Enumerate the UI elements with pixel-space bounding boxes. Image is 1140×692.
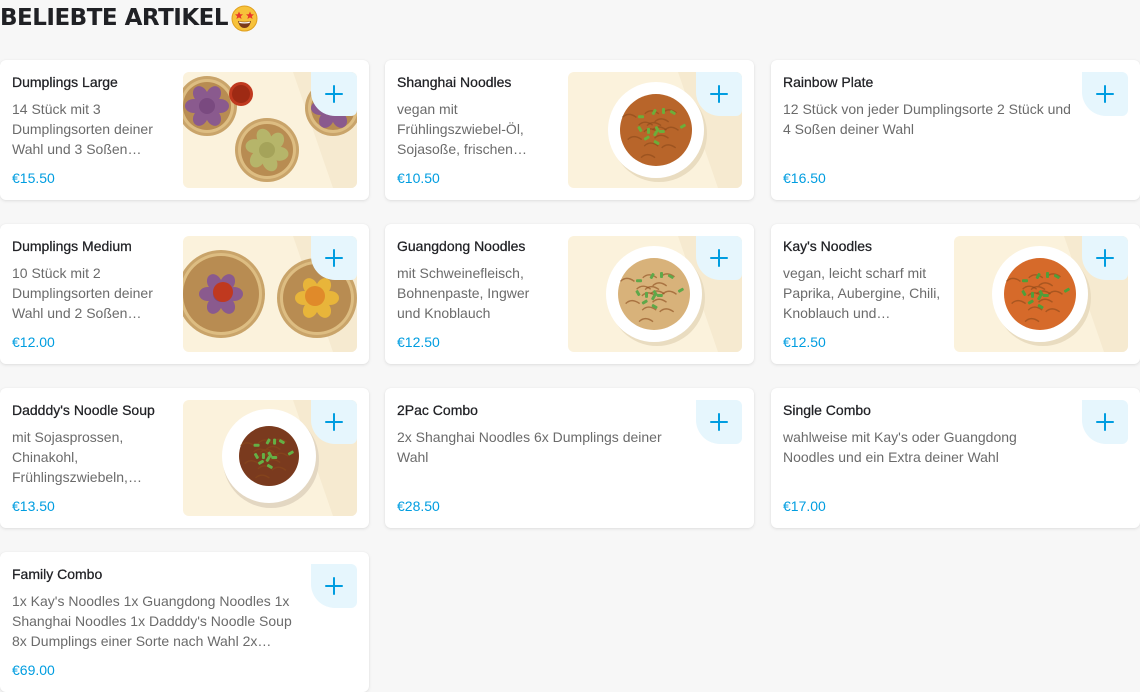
add-to-cart-button[interactable] — [311, 236, 357, 280]
plus-icon — [1096, 413, 1114, 431]
product-description: wahlweise mit Kay's oder Guangdong Noodl… — [783, 429, 1017, 465]
product-card[interactable]: Guangdong Noodles mit Schweinefleisch, B… — [385, 224, 754, 364]
product-name: Kay's Noodles — [783, 238, 873, 254]
product-name: 2Pac Combo — [397, 402, 478, 418]
add-to-cart-button[interactable] — [1082, 72, 1128, 116]
product-price: €69.00 — [12, 662, 55, 678]
product-description: 2x Shanghai Noodles 6x Dumplings deiner … — [397, 429, 662, 465]
add-to-cart-button[interactable] — [311, 72, 357, 116]
product-card[interactable]: Rainbow Plate 12 Stück von jeder Dumplin… — [771, 60, 1140, 200]
plus-icon — [1096, 249, 1114, 267]
product-name: Dumplings Medium — [12, 238, 132, 254]
product-price: €12.00 — [12, 334, 55, 350]
add-to-cart-button[interactable] — [696, 400, 742, 444]
product-price: €16.50 — [783, 170, 826, 186]
section-title: BELIEBTE ARTIKEL — [0, 2, 258, 34]
product-description: 10 Stück mit 2 Dumplingsorten deiner Wah… — [12, 265, 153, 321]
product-name: Dadddy's Noodle Soup — [12, 402, 155, 418]
product-card[interactable]: Dadddy's Noodle Soup mit Sojasprossen, C… — [0, 388, 369, 528]
add-to-cart-button[interactable] — [696, 72, 742, 116]
plus-icon — [325, 577, 343, 595]
product-price: €28.50 — [397, 498, 440, 514]
product-price: €17.00 — [783, 498, 826, 514]
plus-icon — [710, 85, 728, 103]
product-description: 14 Stück mit 3 Dumplingsorten deiner Wah… — [12, 101, 153, 157]
plus-icon — [325, 85, 343, 103]
add-to-cart-button[interactable] — [311, 400, 357, 444]
product-price: €13.50 — [12, 498, 55, 514]
product-name: Rainbow Plate — [783, 74, 874, 90]
product-price: €15.50 — [12, 170, 55, 186]
product-price: €12.50 — [783, 334, 826, 350]
product-price: €12.50 — [397, 334, 440, 350]
plus-icon — [325, 249, 343, 267]
plus-icon — [710, 249, 728, 267]
product-description: vegan, leicht scharf mit Paprika, Auberg… — [783, 265, 941, 321]
product-card[interactable]: Dumplings Medium 10 Stück mit 2 Dumpling… — [0, 224, 369, 364]
product-name: Guangdong Noodles — [397, 238, 526, 254]
product-card[interactable]: Kay's Noodles vegan, leicht scharf mit P… — [771, 224, 1140, 364]
add-to-cart-button[interactable] — [1082, 236, 1128, 280]
product-description: mit Schweinefleisch, Bohnenpaste, Ingwer… — [397, 265, 530, 321]
star-struck-emoji-icon — [231, 5, 258, 32]
product-price: €10.50 — [397, 170, 440, 186]
product-card[interactable]: 2Pac Combo 2x Shanghai Noodles 6x Dumpli… — [385, 388, 754, 528]
plus-icon — [1096, 85, 1114, 103]
product-card[interactable]: Dumplings Large 14 Stück mit 3 Dumplings… — [0, 60, 369, 200]
add-to-cart-button[interactable] — [1082, 400, 1128, 444]
product-name: Shanghai Noodles — [397, 74, 512, 90]
product-description: 12 Stück von jeder Dumplingsorte 2 Stück… — [783, 101, 1071, 137]
add-to-cart-button[interactable] — [696, 236, 742, 280]
section-title-text: BELIEBTE ARTIKEL — [0, 5, 229, 31]
product-description: mit Sojasprossen, Chinakohl, Frühlingszw… — [12, 429, 142, 485]
product-card[interactable]: Family Combo 1x Kay's Noodles 1x Guangdo… — [0, 552, 369, 692]
product-name: Family Combo — [12, 566, 103, 582]
product-name: Single Combo — [783, 402, 871, 418]
add-to-cart-button[interactable] — [311, 564, 357, 608]
plus-icon — [325, 413, 343, 431]
product-card[interactable]: Single Combo wahlweise mit Kay's oder Gu… — [771, 388, 1140, 528]
product-card[interactable]: Shanghai Noodles vegan mit Frühlingszwie… — [385, 60, 754, 200]
product-description: 1x Kay's Noodles 1x Guangdong Noodles 1x… — [12, 593, 292, 649]
product-description: vegan mit Frühlingszwiebel-Öl, Sojasoße,… — [397, 101, 527, 157]
plus-icon — [710, 413, 728, 431]
product-name: Dumplings Large — [12, 74, 118, 90]
